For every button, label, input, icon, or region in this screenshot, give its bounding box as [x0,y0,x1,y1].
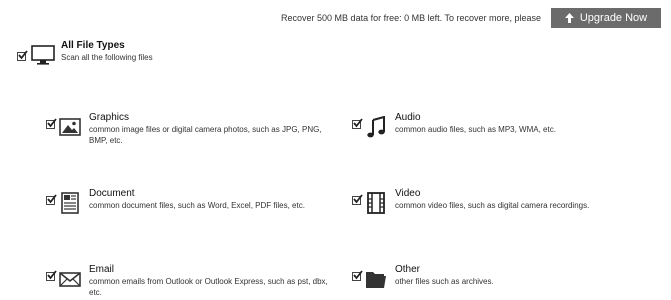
other-title: Other [395,264,421,275]
monitor-icon [31,45,55,65]
audio-description: common audio files, such as MP3, WMA, et… [395,125,556,134]
envelope-icon [59,272,81,287]
document-icon [61,192,79,214]
document-title: Document [89,188,135,199]
music-note-icon [367,116,385,138]
video-title: Video [395,188,421,199]
document-description: common document files, such as Word, Exc… [89,201,305,210]
graphics-title: Graphics [89,112,130,123]
email-description: common emails from Outlook or Outlook Ex… [89,277,328,297]
all-file-types-checkbox[interactable] [17,50,28,61]
image-icon [59,118,81,136]
film-icon [367,192,385,214]
folder-icon [366,272,386,288]
all-file-types-title: All File Types [61,40,125,51]
email-title: Email [89,264,115,275]
arrow-up-icon [564,13,574,23]
all-file-types-description: Scan all the following files [61,53,153,62]
top-bar: Recover 500 MB data for free: 0 MB left.… [281,8,661,28]
document-checkbox[interactable] [46,194,57,205]
audio-checkbox[interactable] [352,118,363,129]
recover-quota-text: Recover 500 MB data for free: 0 MB left.… [281,13,541,23]
email-checkbox[interactable] [46,270,57,281]
audio-title: Audio [395,112,421,123]
upgrade-now-label: Upgrade Now [579,12,648,24]
graphics-description: common image files or digital camera pho… [89,125,322,145]
video-checkbox[interactable] [352,194,363,205]
upgrade-now-button[interactable]: Upgrade Now [551,8,661,28]
other-description: other files such as archives. [395,277,494,286]
graphics-checkbox[interactable] [46,118,57,129]
video-description: common video files, such as digital came… [395,201,590,210]
other-checkbox[interactable] [352,270,363,281]
